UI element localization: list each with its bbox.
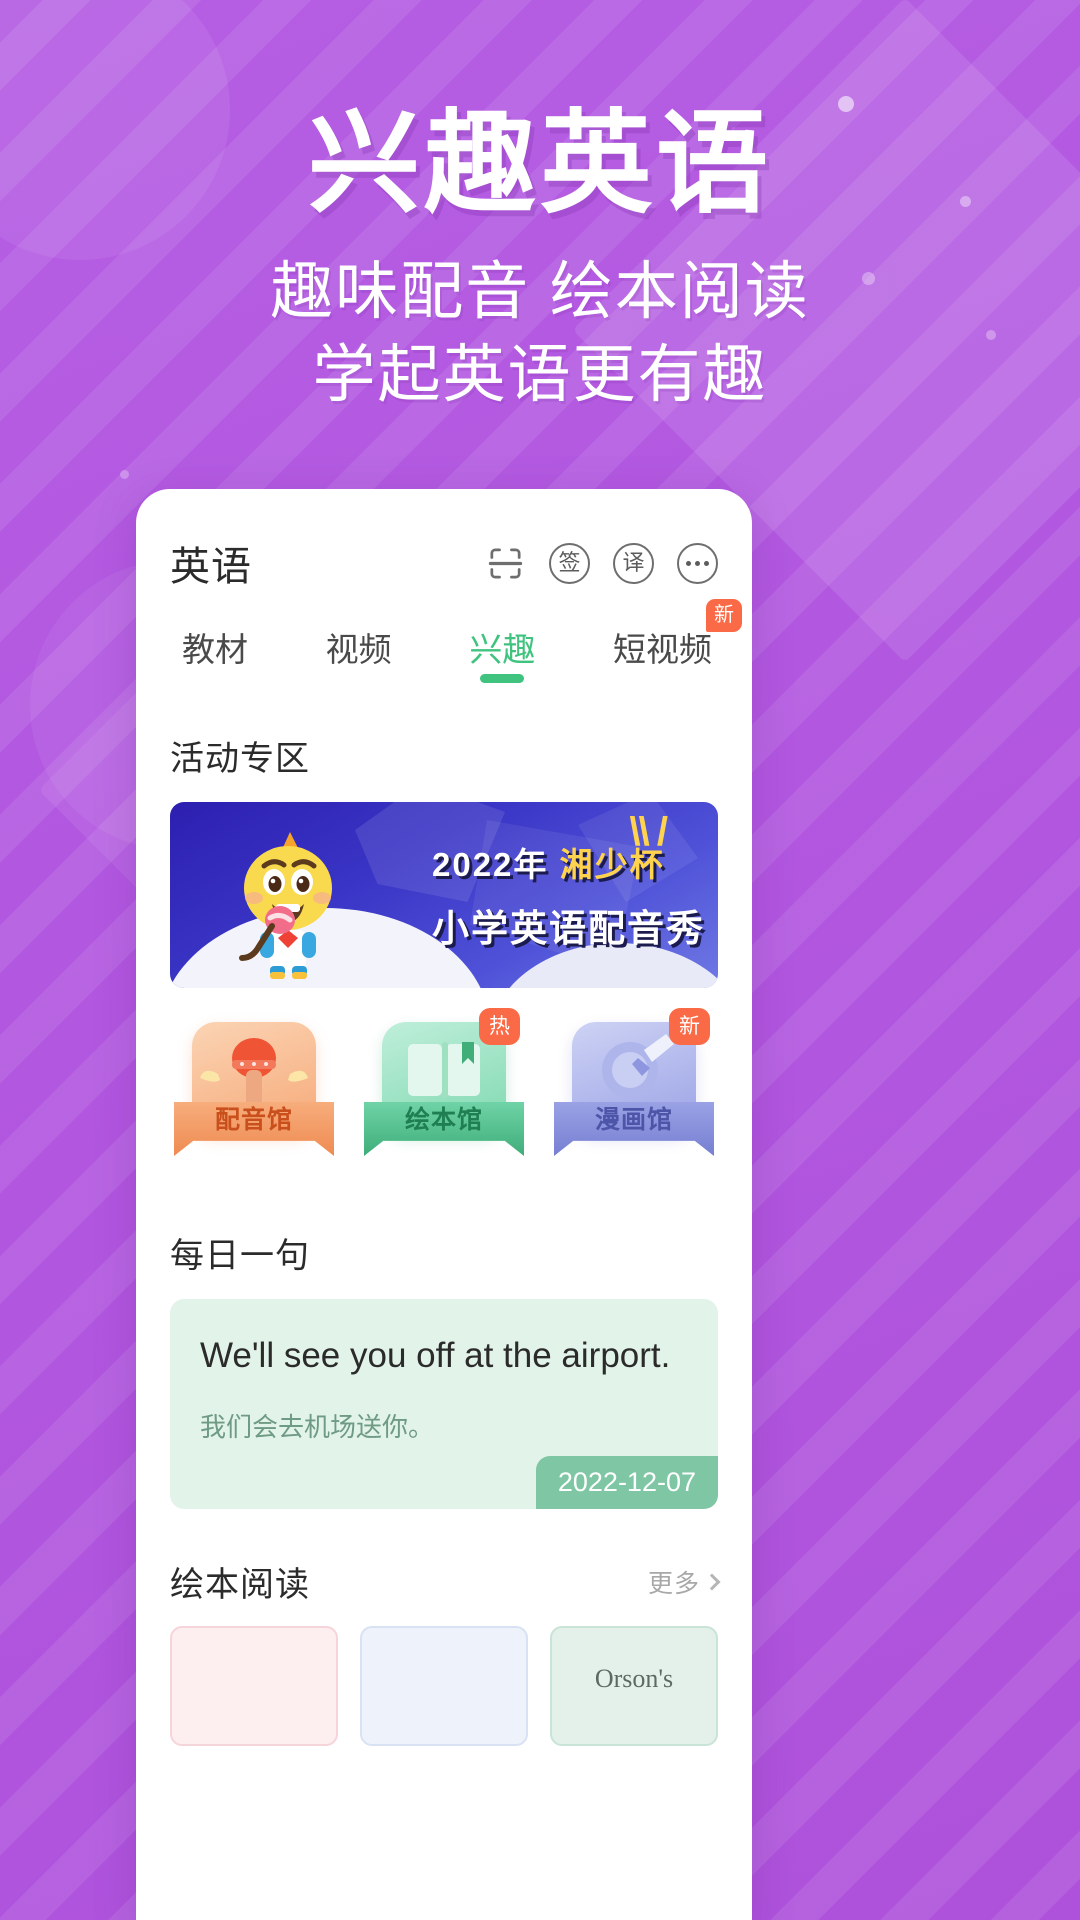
status-badge: 新 bbox=[705, 599, 742, 632]
header-actions: 签 译 bbox=[485, 542, 718, 584]
banner-subtitle: 小学英语配音秀 bbox=[432, 908, 705, 949]
picture-book-item[interactable] bbox=[360, 1626, 528, 1746]
chevron-right-icon bbox=[703, 1573, 721, 1590]
picture-book-list: Orson's bbox=[170, 1626, 718, 1746]
tab-label: 短视频 bbox=[612, 631, 712, 668]
section-title-activity: 活动专区 bbox=[170, 740, 310, 778]
tab-active-indicator bbox=[480, 674, 525, 683]
banner-text: 2022年 湘少杯 小学英语配音秀 bbox=[432, 838, 705, 952]
picture-book-item[interactable]: Orson's bbox=[550, 1626, 718, 1746]
category-card-list: 配音馆 绘本馆 热 漫画馆 新 bbox=[170, 1008, 718, 1172]
tab-video[interactable]: 视频 bbox=[326, 623, 392, 681]
page-title: 兴趣英语 bbox=[308, 101, 772, 226]
picture-book-item[interactable] bbox=[170, 1626, 338, 1746]
more-label: 更多 bbox=[647, 1569, 700, 1598]
promo-subtitle-line-1: 趣味配音 绘本阅读 bbox=[270, 256, 810, 327]
app-screen: 英语 签 译 教材 视频 兴趣 短视频 新 活动专区 \\ / 2022年 湘少… bbox=[136, 489, 752, 1746]
status-badge: 新 bbox=[669, 1008, 710, 1045]
daily-sentence-chinese: 我们会去机场送你。 bbox=[200, 1411, 435, 1442]
promo-subtitle-line-2: 学起英语更有趣 bbox=[312, 340, 768, 411]
tab-short-video[interactable]: 短视频 新 bbox=[612, 599, 742, 681]
phone-mockup: 英语 签 译 教材 视频 兴趣 短视频 新 活动专区 \\ / 2022年 湘少… bbox=[136, 489, 752, 1920]
daily-sentence-date: 2022-12-07 bbox=[535, 1456, 718, 1509]
sign-icon-label: 签 bbox=[558, 550, 581, 575]
more-dot bbox=[704, 560, 709, 566]
decorative-dot bbox=[120, 470, 129, 479]
section-header-picture-books: 绘本阅读 更多 bbox=[170, 1557, 721, 1606]
daily-sentence-card[interactable]: We'll see you off at the airport. 我们会去机场… bbox=[170, 1299, 718, 1509]
tab-textbook[interactable]: 教材 bbox=[182, 623, 248, 681]
more-dot bbox=[686, 560, 691, 566]
translate-icon-label: 译 bbox=[622, 550, 645, 575]
banner-year: 2022年 bbox=[432, 846, 549, 883]
tab-label: 兴趣 bbox=[469, 631, 536, 668]
translate-icon[interactable]: 译 bbox=[613, 542, 654, 584]
activity-banner[interactable]: \\ / 2022年 湘少杯 小学英语配音秀 bbox=[170, 802, 718, 988]
tab-label: 视频 bbox=[325, 631, 392, 668]
status-badge: 热 bbox=[479, 1008, 520, 1045]
app-title: 英语 bbox=[170, 545, 252, 589]
promo-hero: 兴趣英语 趣味配音 绘本阅读 学起英语更有趣 bbox=[0, 0, 1080, 417]
category-card-dubbing[interactable]: 配音馆 bbox=[170, 1014, 338, 1172]
picture-book-title: Orson's bbox=[594, 1664, 674, 1693]
sign-icon[interactable]: 签 bbox=[549, 542, 590, 584]
category-card-label: 绘本馆 bbox=[404, 1106, 483, 1134]
category-card-label: 漫画馆 bbox=[594, 1106, 673, 1134]
category-card-picturebook[interactable]: 绘本馆 热 bbox=[360, 1008, 528, 1172]
section-title-picture-books: 绘本阅读 bbox=[170, 1566, 310, 1604]
more-icon[interactable] bbox=[677, 542, 718, 584]
more-dot bbox=[695, 560, 700, 566]
section-title-daily: 每日一句 bbox=[170, 1237, 310, 1275]
banner-highlight: 湘少杯 bbox=[559, 846, 665, 883]
app-header: 英语 签 译 bbox=[170, 489, 718, 601]
tab-label: 教材 bbox=[182, 631, 248, 668]
mascot-chick-icon bbox=[239, 832, 332, 979]
scan-icon[interactable] bbox=[485, 543, 526, 584]
tab-bar: 教材 视频 兴趣 短视频 新 bbox=[170, 599, 742, 697]
category-card-label: 配音馆 bbox=[214, 1106, 293, 1134]
more-link[interactable]: 更多 bbox=[647, 1564, 721, 1600]
daily-sentence-english: We'll see you off at the airport. bbox=[200, 1336, 671, 1375]
tab-interest[interactable]: 兴趣 bbox=[469, 623, 536, 683]
category-card-comic[interactable]: 漫画馆 新 bbox=[550, 1008, 718, 1172]
